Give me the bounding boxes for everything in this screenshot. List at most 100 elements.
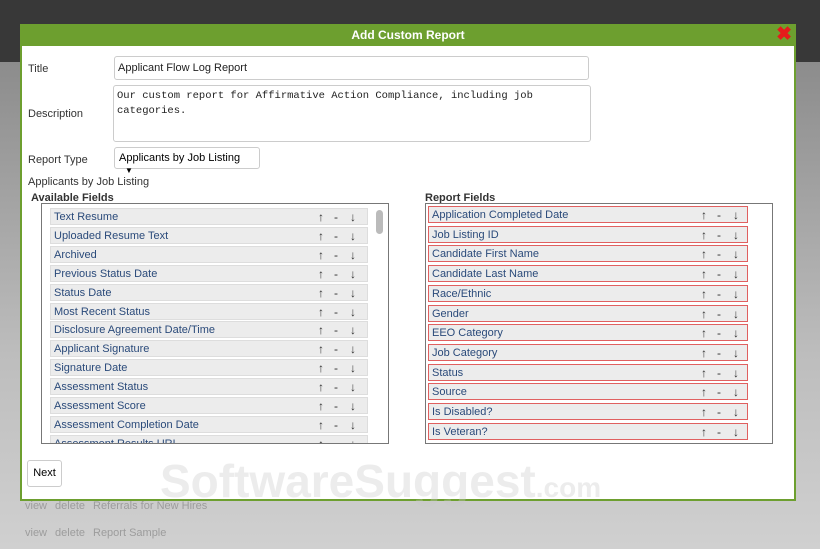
remove-icon[interactable]: - xyxy=(334,323,338,337)
field-item[interactable]: Is Veteran? ↑ - ↓ xyxy=(428,422,748,440)
move-down-icon[interactable]: ↓ xyxy=(350,305,356,319)
field-item[interactable]: Candidate Last Name ↑ - ↓ xyxy=(428,265,748,283)
delete-link[interactable]: delete xyxy=(55,500,85,512)
move-up-icon[interactable]: ↑ xyxy=(701,326,707,340)
remove-icon[interactable]: - xyxy=(717,346,721,360)
view-link[interactable]: view xyxy=(25,500,47,512)
delete-link[interactable]: delete xyxy=(55,527,85,539)
field-item[interactable]: EEO Category ↑ - ↓ xyxy=(428,324,748,342)
move-up-icon[interactable]: ↑ xyxy=(318,323,324,337)
move-down-icon[interactable]: ↓ xyxy=(733,425,739,439)
move-down-icon[interactable]: ↓ xyxy=(733,385,739,399)
field-item[interactable]: Race/Ethnic ↑ - ↓ xyxy=(428,284,748,302)
field-item[interactable]: Is Disabled? ↑ - ↓ xyxy=(428,403,748,420)
move-down-icon[interactable]: ↓ xyxy=(350,229,356,243)
move-up-icon[interactable]: ↑ xyxy=(318,399,324,413)
move-down-icon[interactable]: ↓ xyxy=(350,418,356,432)
available-fields-list[interactable]: Text Resume ↑ - ↓ Uploaded Resume Text ↑ - ↓ Arc… xyxy=(41,203,389,444)
remove-icon[interactable]: - xyxy=(334,361,338,375)
remove-icon[interactable]: - xyxy=(334,229,338,243)
move-down-icon[interactable]: ↓ xyxy=(733,346,739,360)
move-up-icon[interactable]: ↑ xyxy=(318,418,324,432)
field-item[interactable]: Most Recent Status ↑ - ↓ xyxy=(50,302,368,320)
move-up-icon[interactable]: ↑ xyxy=(318,286,324,300)
move-up-icon[interactable]: ↑ xyxy=(318,437,324,443)
remove-icon[interactable]: - xyxy=(717,326,721,340)
field-item[interactable]: Assessment Score ↑ - ↓ xyxy=(50,397,368,414)
move-down-icon[interactable]: ↓ xyxy=(350,286,356,300)
field-item[interactable]: Candidate First Name ↑ - ↓ xyxy=(428,245,748,263)
remove-icon[interactable]: - xyxy=(334,286,338,300)
description-textarea[interactable]: Our custom report for Affirmative Action… xyxy=(113,85,591,142)
move-up-icon[interactable]: ↑ xyxy=(701,287,707,301)
move-up-icon[interactable]: ↑ xyxy=(701,425,707,439)
move-down-icon[interactable]: ↓ xyxy=(733,287,739,301)
title-input[interactable]: Applicant Flow Log Report xyxy=(114,56,589,80)
move-up-icon[interactable]: ↑ xyxy=(318,229,324,243)
move-up-icon[interactable]: ↑ xyxy=(701,405,707,419)
remove-icon[interactable]: - xyxy=(334,380,338,394)
remove-icon[interactable]: - xyxy=(334,267,338,281)
move-down-icon[interactable]: ↓ xyxy=(350,267,356,281)
remove-icon[interactable]: - xyxy=(717,307,721,321)
field-item[interactable]: Source ↑ - ↓ xyxy=(428,383,748,401)
field-item[interactable]: Assessment Completion Date ↑ - ↓ xyxy=(50,415,368,433)
report-type-select[interactable]: Applicants by Job Listing ▼ xyxy=(114,147,260,175)
move-down-icon[interactable]: ↓ xyxy=(733,208,739,222)
field-item[interactable]: Job Listing ID ↑ - ↓ xyxy=(428,225,748,243)
next-button[interactable]: Next xyxy=(27,460,62,487)
move-up-icon[interactable]: ↑ xyxy=(318,210,324,224)
remove-icon[interactable]: - xyxy=(334,248,338,262)
move-up-icon[interactable]: ↑ xyxy=(701,267,707,281)
move-up-icon[interactable]: ↑ xyxy=(701,228,707,242)
remove-icon[interactable]: - xyxy=(717,366,721,380)
view-link[interactable]: view xyxy=(25,527,47,539)
move-up-icon[interactable]: ↑ xyxy=(701,247,707,261)
field-item[interactable]: Status ↑ - ↓ xyxy=(428,363,748,381)
move-up-icon[interactable]: ↑ xyxy=(701,385,707,399)
field-item[interactable]: Status Date ↑ - ↓ xyxy=(50,283,368,301)
move-up-icon[interactable]: ↑ xyxy=(701,346,707,360)
move-up-icon[interactable]: ↑ xyxy=(701,366,707,380)
move-up-icon[interactable]: ↑ xyxy=(318,248,324,262)
field-item[interactable]: Previous Status Date ↑ - ↓ xyxy=(50,264,368,282)
move-down-icon[interactable]: ↓ xyxy=(350,342,356,356)
move-up-icon[interactable]: ↑ xyxy=(701,307,707,321)
move-down-icon[interactable]: ↓ xyxy=(733,228,739,242)
move-up-icon[interactable]: ↑ xyxy=(318,380,324,394)
field-item[interactable]: Assessment Results URL ↑ - ↓ xyxy=(50,434,368,443)
remove-icon[interactable]: - xyxy=(334,418,338,432)
remove-icon[interactable]: - xyxy=(717,385,721,399)
move-down-icon[interactable]: ↓ xyxy=(350,248,356,262)
move-up-icon[interactable]: ↑ xyxy=(318,305,324,319)
close-icon[interactable]: ✖ xyxy=(776,25,792,44)
move-up-icon[interactable]: ↑ xyxy=(318,361,324,375)
remove-icon[interactable]: - xyxy=(334,342,338,356)
field-item[interactable]: Uploaded Resume Text ↑ - ↓ xyxy=(50,226,368,244)
move-up-icon[interactable]: ↑ xyxy=(701,208,707,222)
remove-icon[interactable]: - xyxy=(717,287,721,301)
field-item[interactable]: Text Resume ↑ - ↓ xyxy=(50,208,368,225)
move-down-icon[interactable]: ↓ xyxy=(350,210,356,224)
scrollbar[interactable] xyxy=(376,210,383,234)
move-down-icon[interactable]: ↓ xyxy=(733,326,739,340)
move-down-icon[interactable]: ↓ xyxy=(733,366,739,380)
move-down-icon[interactable]: ↓ xyxy=(733,307,739,321)
remove-icon[interactable]: - xyxy=(717,208,721,222)
move-down-icon[interactable]: ↓ xyxy=(350,323,356,337)
field-item[interactable]: Disclosure Agreement Date/Time ↑ - ↓ xyxy=(50,321,368,339)
move-down-icon[interactable]: ↓ xyxy=(733,405,739,419)
field-item[interactable]: Signature Date ↑ - ↓ xyxy=(50,359,368,377)
move-down-icon[interactable]: ↓ xyxy=(350,437,356,443)
move-down-icon[interactable]: ↓ xyxy=(350,399,356,413)
remove-icon[interactable]: - xyxy=(334,437,338,443)
field-item[interactable]: Gender ↑ - ↓ xyxy=(428,304,748,322)
move-down-icon[interactable]: ↓ xyxy=(733,267,739,281)
field-item[interactable]: Job Category ↑ - ↓ xyxy=(428,343,748,361)
remove-icon[interactable]: - xyxy=(717,228,721,242)
remove-icon[interactable]: - xyxy=(717,267,721,281)
field-item[interactable]: Archived ↑ - ↓ xyxy=(50,245,368,263)
remove-icon[interactable]: - xyxy=(717,247,721,261)
remove-icon[interactable]: - xyxy=(334,305,338,319)
move-up-icon[interactable]: ↑ xyxy=(318,342,324,356)
